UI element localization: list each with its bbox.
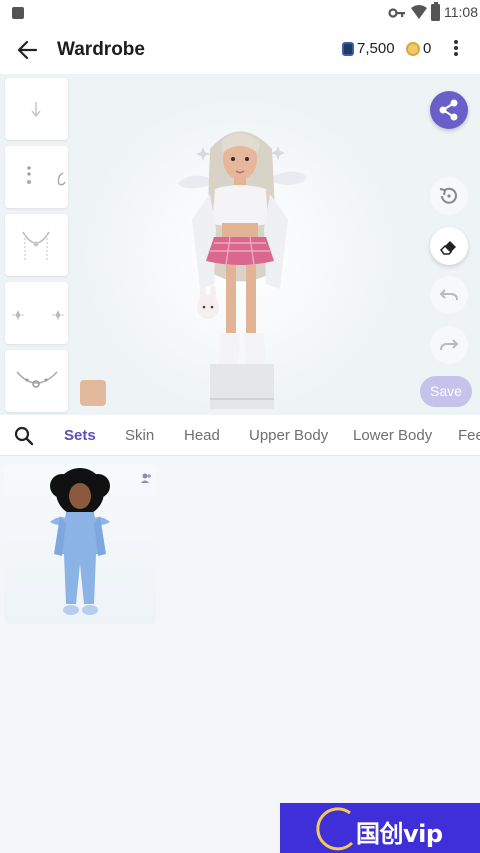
tab-head[interactable]: Head — [184, 427, 220, 444]
undo-icon — [439, 289, 458, 301]
gem-icon — [342, 41, 354, 56]
coins-count: 0 — [423, 40, 432, 57]
tab-sets[interactable]: Sets — [64, 427, 96, 444]
banner-text: 国创vip — [356, 820, 443, 848]
watermark-banner: 国创vip — [280, 803, 480, 853]
gems-balance[interactable]: 7,500 — [342, 40, 395, 57]
more-options-icon[interactable] — [444, 38, 468, 62]
gems-count: 7,500 — [357, 40, 395, 57]
set-card[interactable] — [4, 464, 156, 624]
coins-balance[interactable]: 0 — [406, 40, 431, 57]
banner-logo-icon — [316, 807, 354, 851]
equipped-items-list — [5, 78, 68, 415]
tab-skin[interactable]: Skin — [125, 427, 154, 444]
sets-grid — [0, 456, 480, 853]
tab-feet[interactable]: Feet — [458, 427, 480, 444]
back-arrow-icon[interactable] — [12, 36, 44, 64]
status-bar: 11:08 — [0, 0, 480, 26]
equipped-item-chain[interactable] — [5, 350, 68, 412]
wifi-icon — [411, 5, 427, 19]
undo-button[interactable] — [430, 276, 468, 314]
set-outfit-preview — [50, 468, 110, 615]
equipped-item-necklace[interactable] — [5, 214, 68, 276]
battery-icon — [431, 2, 440, 21]
save-button[interactable]: Save — [420, 376, 472, 407]
avatar-preview — [178, 131, 307, 409]
tab-upper-body[interactable]: Upper Body — [249, 427, 328, 444]
equipped-item-hair-clip[interactable] — [5, 78, 68, 140]
notification-icon — [12, 7, 24, 19]
history-reset-icon — [439, 187, 457, 204]
share-icon — [439, 99, 458, 121]
reset-button[interactable] — [430, 177, 468, 215]
search-icon[interactable] — [13, 425, 35, 447]
category-tabs: Sets Skin Head Upper Body Lower Body Fee… — [0, 415, 480, 456]
equipped-item-earrings[interactable] — [5, 146, 68, 208]
vpn-key-icon — [388, 8, 405, 18]
eraser-icon — [440, 241, 456, 255]
equipped-item-sparkles[interactable] — [5, 282, 68, 344]
redo-button[interactable] — [430, 326, 468, 364]
page-title: Wardrobe — [57, 39, 145, 60]
app-bar: Wardrobe 7,500 0 — [0, 26, 480, 74]
redo-icon — [440, 339, 459, 351]
coin-icon — [406, 41, 420, 56]
avatar-stage: Save — [0, 74, 480, 415]
tab-lower-body[interactable]: Lower Body — [353, 427, 432, 444]
skin-color-swatch[interactable] — [80, 380, 106, 406]
status-time: 11:08 — [444, 4, 478, 20]
eraser-button[interactable] — [430, 227, 468, 265]
share-button[interactable] — [430, 91, 468, 129]
